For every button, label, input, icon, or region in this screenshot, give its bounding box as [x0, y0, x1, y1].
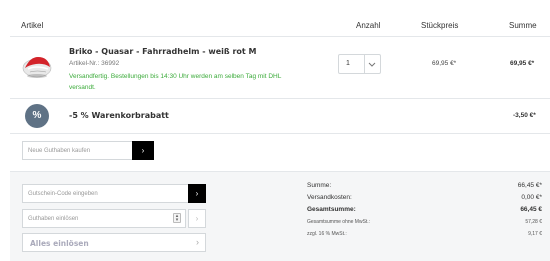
quantity-select[interactable]: 1 — [338, 54, 381, 74]
header-unit-price: Stückpreis — [421, 21, 459, 30]
row-divider — [10, 98, 550, 99]
summary-total-value: 66,45 € — [520, 206, 542, 213]
unit-price: 69,95 €* — [432, 60, 457, 67]
header-divider — [10, 36, 550, 37]
chevron-down-icon — [367, 58, 377, 72]
summary-shipping-value: 0,00 €* — [521, 194, 542, 201]
summary-shipping-label: Versandkosten: — [307, 194, 352, 201]
discount-value: -3,50 €* — [513, 112, 536, 119]
summary-total-label: Gesamtsumme: — [307, 206, 356, 213]
line-sum: 69,95 €* — [510, 60, 535, 67]
summary-sum-label: Summe: — [307, 182, 332, 189]
redeem-all-label: Alles einlösen — [30, 239, 89, 248]
quantity-separator — [364, 55, 365, 73]
product-article-number: Artikel-Nr.: 36992 — [69, 60, 120, 67]
credit-submit-button[interactable]: › — [188, 209, 206, 228]
percent-badge-icon: % — [25, 104, 49, 128]
shipping-status: Versandfertig. Bestellungen bis 14:30 Uh… — [69, 73, 282, 91]
credit-amount-input[interactable]: Guthaben einlösen — [22, 209, 186, 228]
summary-sum-value: 66,45 €* — [517, 182, 542, 189]
summary-net-label: Gesamtsumme ohne MwSt.: — [307, 219, 371, 225]
summary-vat-value: 9,17 € — [528, 231, 542, 237]
redeem-all-button[interactable]: Alles einlösen › — [22, 233, 206, 252]
voucher-submit-button[interactable]: › — [188, 184, 206, 203]
quantity-value: 1 — [346, 60, 350, 67]
gift-card-submit-button[interactable]: › — [132, 141, 154, 160]
discount-name: -5 % Warenkorbrabatt — [69, 111, 169, 120]
header-quantity: Anzahl — [356, 21, 381, 30]
voucher-code-input[interactable]: Gutschein-Code eingeben — [22, 184, 188, 203]
summary-vat-label: zzgl. 16 % MwSt.: — [307, 231, 347, 237]
header-article: Artikel — [21, 21, 44, 30]
chevron-right-icon: › — [196, 237, 199, 247]
summary-net-value: 57,28 € — [525, 219, 542, 225]
product-name[interactable]: Briko - Quasar - Fahrradhelm - weiß rot … — [69, 47, 256, 56]
stepper-icon[interactable]: ▴ ▾ — [173, 213, 181, 223]
header-total: Summe — [509, 21, 537, 30]
gift-card-input[interactable]: Neue Guthaben kaufen — [22, 141, 132, 160]
helmet-image[interactable] — [22, 52, 52, 80]
row-divider — [10, 133, 550, 134]
